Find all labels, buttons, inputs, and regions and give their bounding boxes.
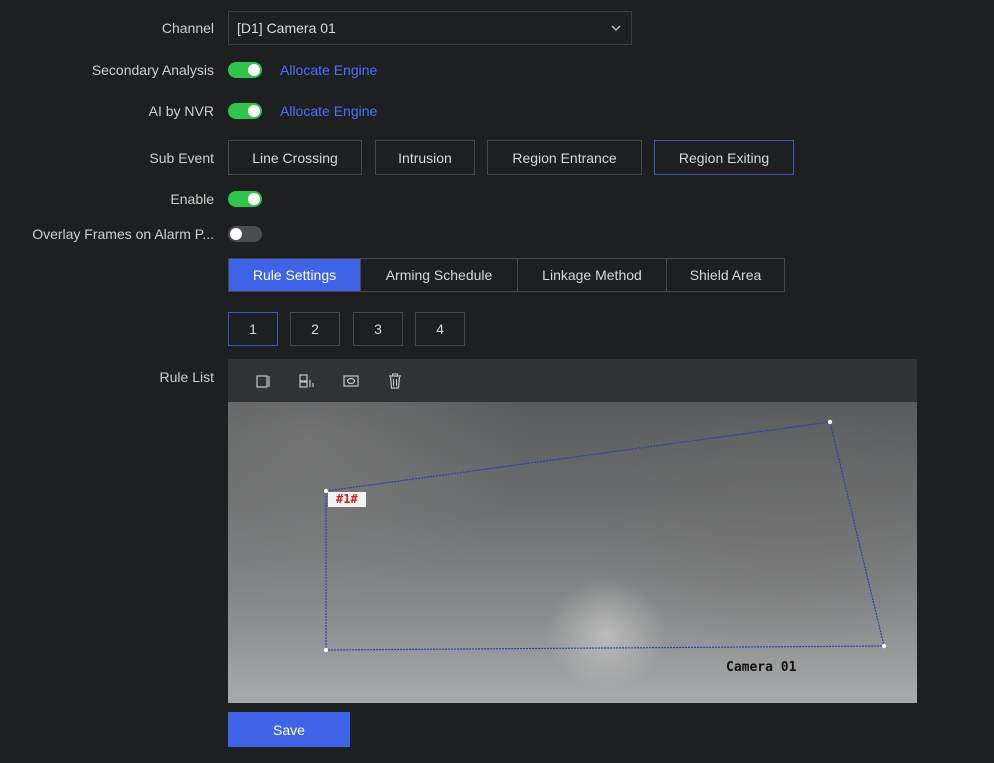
enable-label: Enable xyxy=(170,191,214,207)
rule-region-tag: #1# xyxy=(328,492,366,507)
overlay-frames-toggle[interactable] xyxy=(228,226,262,242)
toggle-knob xyxy=(248,105,260,117)
settings-tabs: Rule Settings Arming Schedule Linkage Me… xyxy=(228,258,785,292)
camera-live-view[interactable]: #1# Camera 01 xyxy=(228,402,917,703)
allocate-engine-link-secondary[interactable]: Allocate Engine xyxy=(280,62,377,78)
rule-list-toolbar xyxy=(228,359,917,402)
draw-min-size-icon[interactable] xyxy=(342,372,360,390)
toggle-knob xyxy=(230,228,242,240)
rule-3-button[interactable]: 3 xyxy=(353,312,403,346)
tab-linkage-method[interactable]: Linkage Method xyxy=(518,259,667,291)
tab-shield-area[interactable]: Shield Area xyxy=(667,259,784,291)
rule-region-overlay xyxy=(323,419,887,653)
allocate-engine-link-nvr[interactable]: Allocate Engine xyxy=(280,103,377,119)
draw-region-icon[interactable] xyxy=(254,372,272,390)
channel-select-value: [D1] Camera 01 xyxy=(237,20,336,36)
secondary-analysis-label: Secondary Analysis xyxy=(91,62,214,78)
rule-region-polygon[interactable] xyxy=(325,421,885,651)
rule-list-label: Rule List xyxy=(159,369,214,385)
draw-max-size-icon[interactable] xyxy=(298,372,316,390)
sub-event-intrusion-button[interactable]: Intrusion xyxy=(375,140,475,175)
rule-1-button[interactable]: 1 xyxy=(228,312,278,346)
rule-4-button[interactable]: 4 xyxy=(415,312,465,346)
sub-event-label: Sub Event xyxy=(149,150,214,166)
delete-icon[interactable] xyxy=(386,372,404,390)
camera-osd-name: Camera 01 xyxy=(726,660,797,675)
region-vertex[interactable] xyxy=(323,647,329,653)
chevron-down-icon xyxy=(611,25,621,31)
overlay-frames-label: Overlay Frames on Alarm P... xyxy=(32,226,214,242)
secondary-analysis-toggle[interactable] xyxy=(228,62,262,78)
sub-event-region-exiting-button[interactable]: Region Exiting xyxy=(654,140,794,175)
rule-2-button[interactable]: 2 xyxy=(290,312,340,346)
toggle-knob xyxy=(248,64,260,76)
channel-select[interactable]: [D1] Camera 01 xyxy=(228,11,632,45)
channel-label: Channel xyxy=(161,20,214,36)
ai-by-nvr-toggle[interactable] xyxy=(228,103,262,119)
region-vertex[interactable] xyxy=(881,643,887,649)
toggle-knob xyxy=(248,193,260,205)
save-button[interactable]: Save xyxy=(228,712,350,747)
tab-arming-schedule[interactable]: Arming Schedule xyxy=(361,259,518,291)
tab-rule-settings[interactable]: Rule Settings xyxy=(229,259,361,291)
ai-by-nvr-label: AI by NVR xyxy=(148,103,214,119)
region-vertex[interactable] xyxy=(827,419,833,425)
enable-toggle[interactable] xyxy=(228,191,262,207)
sub-event-region-entrance-button[interactable]: Region Entrance xyxy=(487,140,642,175)
sub-event-line-crossing-button[interactable]: Line Crossing xyxy=(228,140,362,175)
